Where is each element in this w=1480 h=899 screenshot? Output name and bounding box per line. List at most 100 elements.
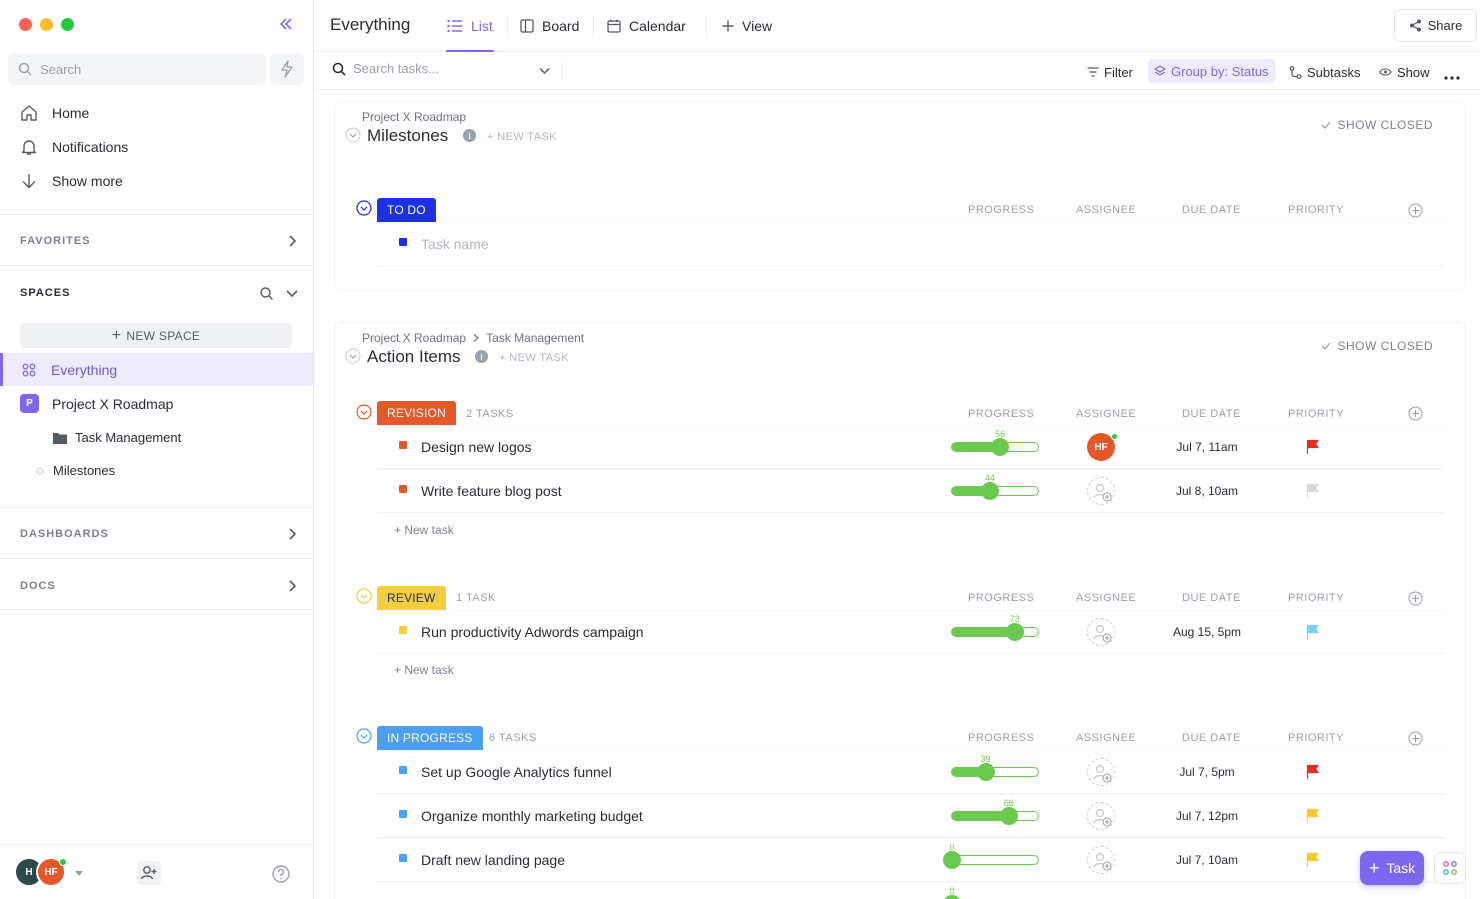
info-icon[interactable]: i (463, 129, 476, 142)
progress-handle[interactable] (999, 807, 1018, 825)
show-closed-button[interactable]: SHOW CLOSED (1321, 118, 1433, 132)
tab-list[interactable]: List (446, 0, 494, 52)
column-header-assignee[interactable]: ASSIGNEE (1076, 592, 1136, 604)
sidebar-item-project-x-roadmap[interactable]: P Project X Roadmap (0, 387, 313, 420)
status-square[interactable] (399, 854, 407, 862)
column-header-due-date[interactable]: DUE DATE (1182, 408, 1241, 420)
collapse-list-icon[interactable] (345, 348, 361, 364)
priority-flag-icon[interactable] (1306, 808, 1320, 824)
show-button[interactable]: Show (1379, 61, 1430, 83)
tab-calendar[interactable]: Calendar (607, 0, 686, 52)
apps-grid-icon[interactable] (1434, 852, 1466, 884)
progress-handle[interactable] (943, 851, 961, 869)
subtasks-button[interactable]: Subtasks (1289, 61, 1360, 83)
collapse-group-icon[interactable] (356, 728, 372, 744)
sidebar-item-show-more[interactable]: Show more (20, 172, 123, 190)
progress-handle[interactable] (980, 482, 999, 500)
column-header-priority[interactable]: PRIORITY (1288, 592, 1344, 604)
add-assignee-icon[interactable] (1087, 758, 1115, 786)
priority-flag-icon[interactable] (1306, 624, 1320, 640)
invite-user-icon[interactable] (137, 861, 161, 885)
status-square[interactable] (399, 485, 407, 493)
progress-slider[interactable]: 66 (951, 798, 1039, 825)
help-icon[interactable] (271, 864, 291, 884)
tab-board[interactable]: Board (520, 0, 579, 52)
task-row[interactable]: 0 (377, 883, 1444, 899)
status-square[interactable] (399, 441, 407, 449)
group-by-button[interactable]: Group by: Status (1148, 59, 1275, 83)
due-date[interactable]: Jul 7, 10am (1147, 853, 1267, 867)
task-name[interactable]: Set up Google Analytics funnel (421, 764, 612, 780)
breadcrumb-item[interactable]: Project X Roadmap (362, 110, 466, 124)
progress-slider[interactable]: 44 (951, 473, 1039, 500)
status-square[interactable] (399, 626, 407, 634)
add-assignee-icon[interactable] (1087, 846, 1115, 874)
docs-section[interactable]: DOCS (20, 578, 300, 594)
add-assignee-icon[interactable] (1087, 477, 1115, 505)
progress-handle[interactable] (1005, 623, 1024, 641)
column-header-progress[interactable]: PROGRESS (968, 592, 1034, 604)
task-name[interactable]: Draft new landing page (421, 852, 565, 868)
task-row[interactable]: Set up Google Analytics funnel 39 Jul 7, 5… (377, 751, 1444, 793)
column-header-assignee[interactable]: ASSIGNEE (1076, 732, 1136, 744)
more-options-icon[interactable] (1444, 67, 1465, 89)
sidebar-item-home[interactable]: Home (20, 104, 89, 122)
due-date[interactable]: Jul 7, 12pm (1147, 809, 1267, 823)
sidebar-item-notifications[interactable]: Notifications (20, 138, 128, 156)
task-row[interactable]: Run productivity Adwords campaign 73 Aug 1… (377, 611, 1444, 653)
status-pill-todo[interactable]: TO DO (377, 198, 436, 222)
add-assignee-icon[interactable] (1087, 618, 1115, 646)
column-header-progress[interactable]: PROGRESS (968, 408, 1034, 420)
window-minimize-button[interactable] (40, 18, 53, 31)
show-closed-button[interactable]: SHOW CLOSED (1321, 339, 1433, 353)
filter-button[interactable]: Filter (1087, 61, 1133, 83)
window-close-button[interactable] (19, 18, 32, 31)
caret-down-icon[interactable] (75, 871, 83, 877)
column-header-priority[interactable]: PRIORITY (1288, 408, 1344, 420)
task-row[interactable]: Draft new landing page 0 Jul 7, 10am (377, 839, 1444, 881)
search-icon[interactable] (259, 286, 274, 301)
priority-flag-icon[interactable] (1306, 483, 1320, 499)
collapse-group-icon[interactable] (356, 200, 372, 216)
info-icon[interactable]: i (475, 350, 488, 363)
task-name[interactable]: Run productivity Adwords campaign (421, 624, 644, 640)
share-button[interactable]: Share (1394, 9, 1477, 42)
new-task-link[interactable]: + NEW TASK (499, 352, 569, 364)
progress-slider[interactable]: 56 (951, 429, 1039, 456)
quick-actions-button[interactable] (270, 53, 304, 85)
task-name[interactable]: Write feature blog post (421, 483, 562, 499)
progress-slider[interactable]: 39 (951, 754, 1039, 781)
collapse-list-icon[interactable] (345, 127, 361, 143)
window-zoom-button[interactable] (61, 18, 74, 31)
column-header-progress[interactable]: PROGRESS (968, 732, 1034, 744)
column-header-due-date[interactable]: DUE DATE (1182, 732, 1241, 744)
new-task-fab-button[interactable]: + Task (1360, 851, 1424, 885)
collapse-group-icon[interactable] (356, 588, 372, 604)
task-row[interactable]: Organize monthly marketing budget 66 Jul 7… (377, 795, 1444, 837)
column-header-progress[interactable]: PROGRESS (968, 204, 1034, 216)
add-column-icon[interactable] (1408, 406, 1423, 421)
new-task-button[interactable]: + New task (394, 523, 454, 537)
sidebar-item-task-management[interactable]: Task Management (0, 421, 313, 454)
due-date[interactable]: Jul 8, 10am (1147, 484, 1267, 498)
priority-flag-icon[interactable] (1306, 852, 1320, 868)
dashboards-section[interactable]: DASHBOARDS (20, 526, 300, 542)
column-header-assignee[interactable]: ASSIGNEE (1076, 204, 1136, 216)
add-column-icon[interactable] (1408, 203, 1423, 218)
collapse-group-icon[interactable] (356, 404, 372, 420)
status-square[interactable] (399, 810, 407, 818)
new-task-link[interactable]: + NEW TASK (487, 131, 557, 143)
add-column-icon[interactable] (1408, 591, 1423, 606)
progress-handle[interactable] (991, 438, 1010, 456)
column-header-priority[interactable]: PRIORITY (1288, 732, 1344, 744)
add-assignee-icon[interactable] (1087, 802, 1115, 830)
due-date[interactable]: Jul 7, 11am (1147, 440, 1267, 454)
chevron-down-icon[interactable] (538, 64, 551, 77)
status-pill-revision[interactable]: REVISION (377, 401, 456, 425)
progress-slider[interactable]: 0 (943, 842, 1039, 869)
breadcrumb-item[interactable]: Project X Roadmap (362, 331, 466, 345)
breadcrumb-item[interactable]: Task Management (486, 331, 584, 345)
chevron-down-icon[interactable] (284, 285, 300, 301)
add-column-icon[interactable] (1408, 731, 1423, 746)
priority-flag-icon[interactable] (1306, 439, 1320, 455)
